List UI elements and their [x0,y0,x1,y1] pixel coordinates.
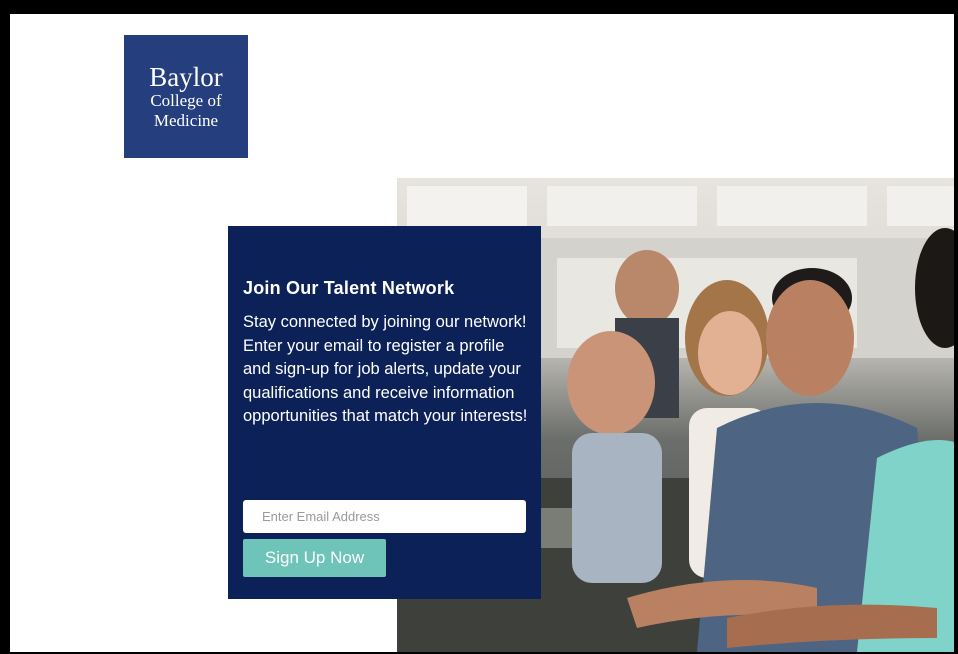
baylor-logo[interactable]: Baylor College of Medicine [124,35,248,158]
talent-network-card: Join Our Talent Network Stay connected b… [228,226,541,599]
sign-up-button[interactable]: Sign Up Now [243,539,386,577]
card-description: Stay connected by joining our network! E… [243,313,528,425]
card-title: Join Our Talent Network [243,278,455,298]
email-input[interactable] [260,508,526,525]
logo-line-1: Baylor [149,61,223,92]
logo-line-3: Medicine [153,110,219,130]
email-field[interactable] [243,500,526,533]
page-frame: Baylor College of Medicine Join Our Tale… [10,14,954,652]
logo-line-2: College of [150,90,222,110]
